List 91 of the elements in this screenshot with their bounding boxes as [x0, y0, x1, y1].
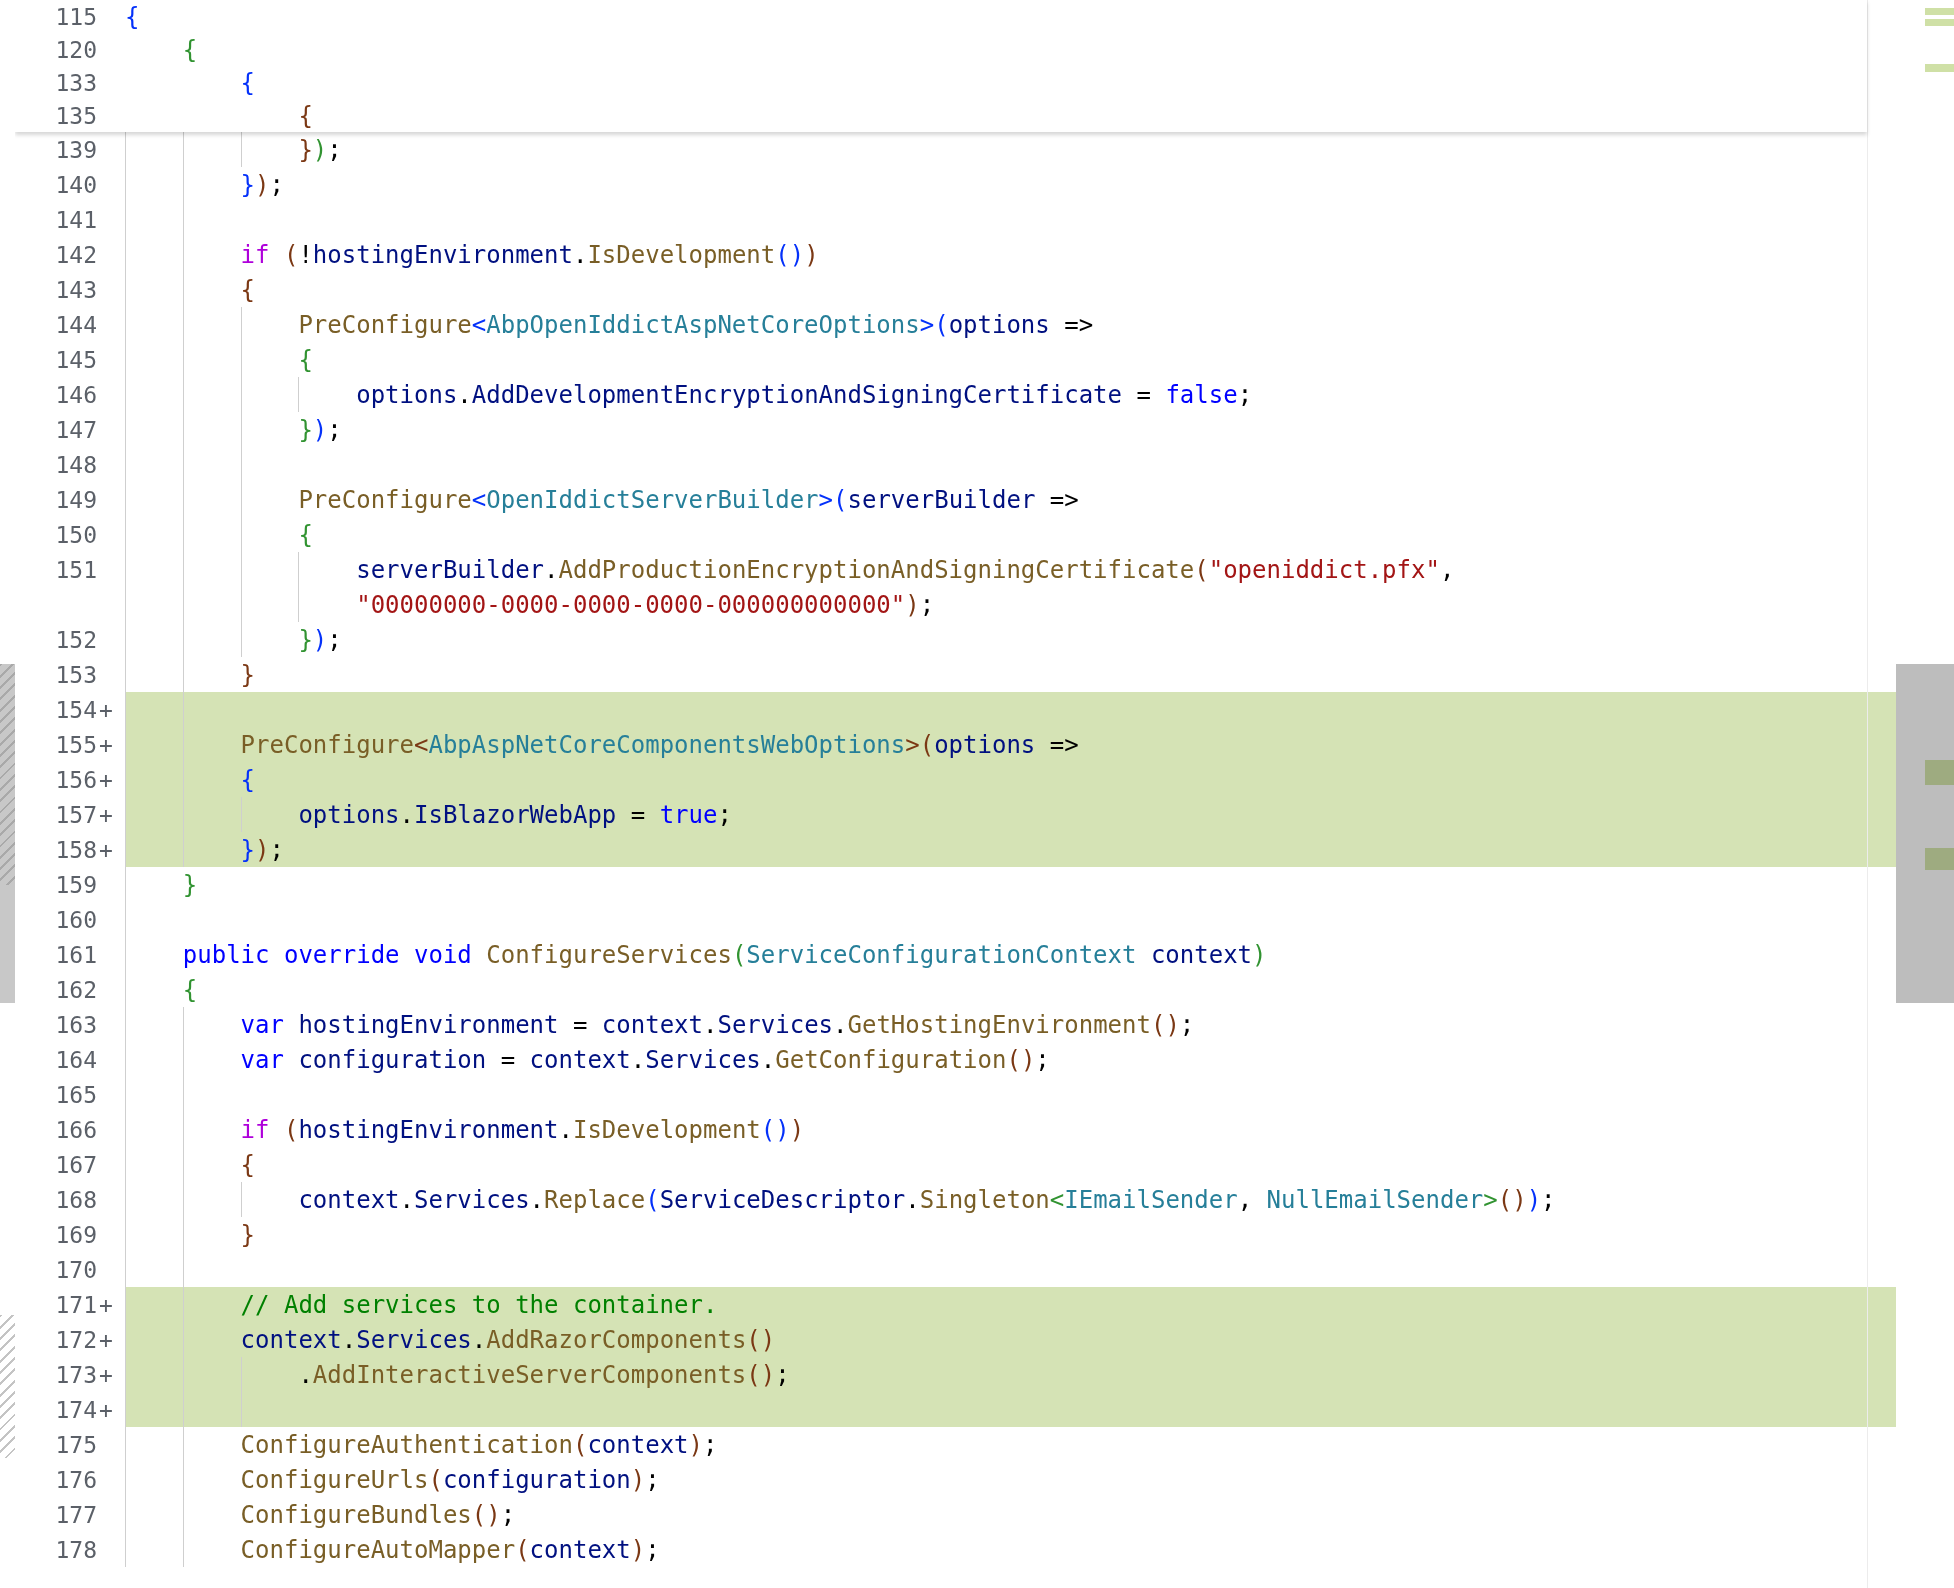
- scrollbar-thumb[interactable]: [0, 664, 15, 1003]
- change-marker: [1925, 64, 1954, 72]
- line-number: 174: [54, 1396, 97, 1423]
- code-line: ConfigureAuthentication(context);: [125, 1427, 1896, 1462]
- added-marker: +: [98, 801, 114, 828]
- line-number: 155: [54, 731, 97, 758]
- code-line: {: [125, 517, 1896, 552]
- line-number: 172: [54, 1326, 97, 1353]
- change-marker: [1925, 19, 1954, 26]
- code-line: PreConfigure<AbpOpenIddictAspNetCoreOptions>(options =>: [125, 307, 1896, 342]
- code-line: options.AddDevelopmentEncryptionAndSigningCertificate = false;: [125, 377, 1896, 412]
- code-line: });: [125, 167, 1896, 202]
- line-number: 139: [54, 136, 97, 163]
- code-line: ConfigureUrls(configuration);: [125, 1462, 1896, 1497]
- line-number: 160: [54, 906, 97, 933]
- added-marker: +: [98, 1291, 114, 1318]
- line-number: 143: [54, 276, 97, 303]
- line-number: 153: [54, 661, 97, 688]
- added-marker: +: [98, 731, 114, 758]
- line-number: 151: [54, 556, 97, 583]
- code-line: if (hostingEnvironment.IsDevelopment()): [125, 1112, 1896, 1147]
- code-line: ConfigureBundles();: [125, 1497, 1896, 1532]
- line-number: 142: [54, 241, 97, 268]
- line-number: 159: [54, 871, 97, 898]
- line-number: 165: [54, 1081, 97, 1108]
- code-line: });: [125, 622, 1896, 657]
- line-number: 158: [54, 836, 97, 863]
- line-number: 147: [54, 416, 97, 443]
- line-number: 169: [54, 1221, 97, 1248]
- change-marker: [1925, 8, 1954, 15]
- code-line: ConfigureAutoMapper(context);: [125, 1532, 1896, 1567]
- code-line: {: [181, 34, 199, 66]
- added-marker: +: [98, 1326, 114, 1353]
- line-number: 164: [54, 1046, 97, 1073]
- line-number: 154: [54, 696, 97, 723]
- code-line: var configuration = context.Services.GetConfiguration();: [125, 1042, 1896, 1077]
- code-line: {: [125, 272, 1896, 307]
- line-number: 146: [54, 381, 97, 408]
- line-number: 140: [54, 171, 97, 198]
- code-line: {: [125, 342, 1896, 377]
- line-number: 170: [54, 1256, 97, 1283]
- code-line: }: [125, 657, 1896, 692]
- added-marker: +: [98, 766, 114, 793]
- line-number: 144: [54, 311, 97, 338]
- code-line: {: [125, 1147, 1896, 1182]
- line-number: 133: [54, 69, 97, 96]
- added-marker: +: [98, 1396, 114, 1423]
- line-number: 161: [54, 941, 97, 968]
- code-line: });: [125, 412, 1896, 447]
- line-number: 148: [54, 451, 97, 478]
- line-number: 175: [54, 1431, 97, 1458]
- line-number: 177: [54, 1501, 97, 1528]
- line-number: 152: [54, 626, 97, 653]
- code-line: if (!hostingEnvironment.IsDevelopment()): [125, 237, 1896, 272]
- added-marker: +: [98, 836, 114, 863]
- change-marker: [1925, 760, 1954, 785]
- line-number: 171: [54, 1291, 97, 1318]
- line-number: 149: [54, 486, 97, 513]
- code-line: {: [125, 1, 141, 33]
- line-number: 141: [54, 206, 97, 233]
- line-number: 135: [54, 102, 97, 129]
- line-number: 176: [54, 1466, 97, 1493]
- line-number: 166: [54, 1116, 97, 1143]
- added-marker: +: [98, 1361, 114, 1388]
- line-number: 168: [54, 1186, 97, 1213]
- line-number: 163: [54, 1011, 97, 1038]
- code-line: var hostingEnvironment = context.Services.GetHostingEnvironment();: [125, 1007, 1896, 1042]
- code-line: {: [125, 972, 1896, 1007]
- line-number: 156: [54, 766, 97, 793]
- line-number: 167: [54, 1151, 97, 1178]
- line-number: 178: [54, 1536, 97, 1563]
- line-number: 115: [54, 3, 97, 30]
- code-line: context.Services.Replace(ServiceDescriptor.Singleton<IEmailSender, NullEmailSender>());: [125, 1182, 1896, 1217]
- line-number: 150: [54, 521, 97, 548]
- line-number: 162: [54, 976, 97, 1003]
- change-marker: [1925, 848, 1954, 870]
- added-marker: +: [98, 696, 114, 723]
- line-number: 145: [54, 346, 97, 373]
- scrollbar-thumb[interactable]: [1896, 664, 1954, 1003]
- code-line: }: [125, 1217, 1896, 1252]
- line-number: 173: [54, 1361, 97, 1388]
- line-number: 157: [54, 801, 97, 828]
- line-number: 120: [54, 36, 97, 63]
- code-line: {: [297, 100, 314, 132]
- code-line: });: [125, 132, 1896, 167]
- code-line: }: [125, 867, 1896, 902]
- code-line: PreConfigure<OpenIddictServerBuilder>(serverBuilder =>: [125, 482, 1896, 517]
- code-line: "00000000-0000-0000-0000-000000000000");: [125, 587, 1896, 622]
- code-line: serverBuilder.AddProductionEncryptionAndSigningCertificate("openiddict.pfx",: [125, 552, 1896, 587]
- code-line: public override void ConfigureServices(ServiceConfigurationContext context): [125, 937, 1896, 972]
- code-line: {: [239, 67, 257, 99]
